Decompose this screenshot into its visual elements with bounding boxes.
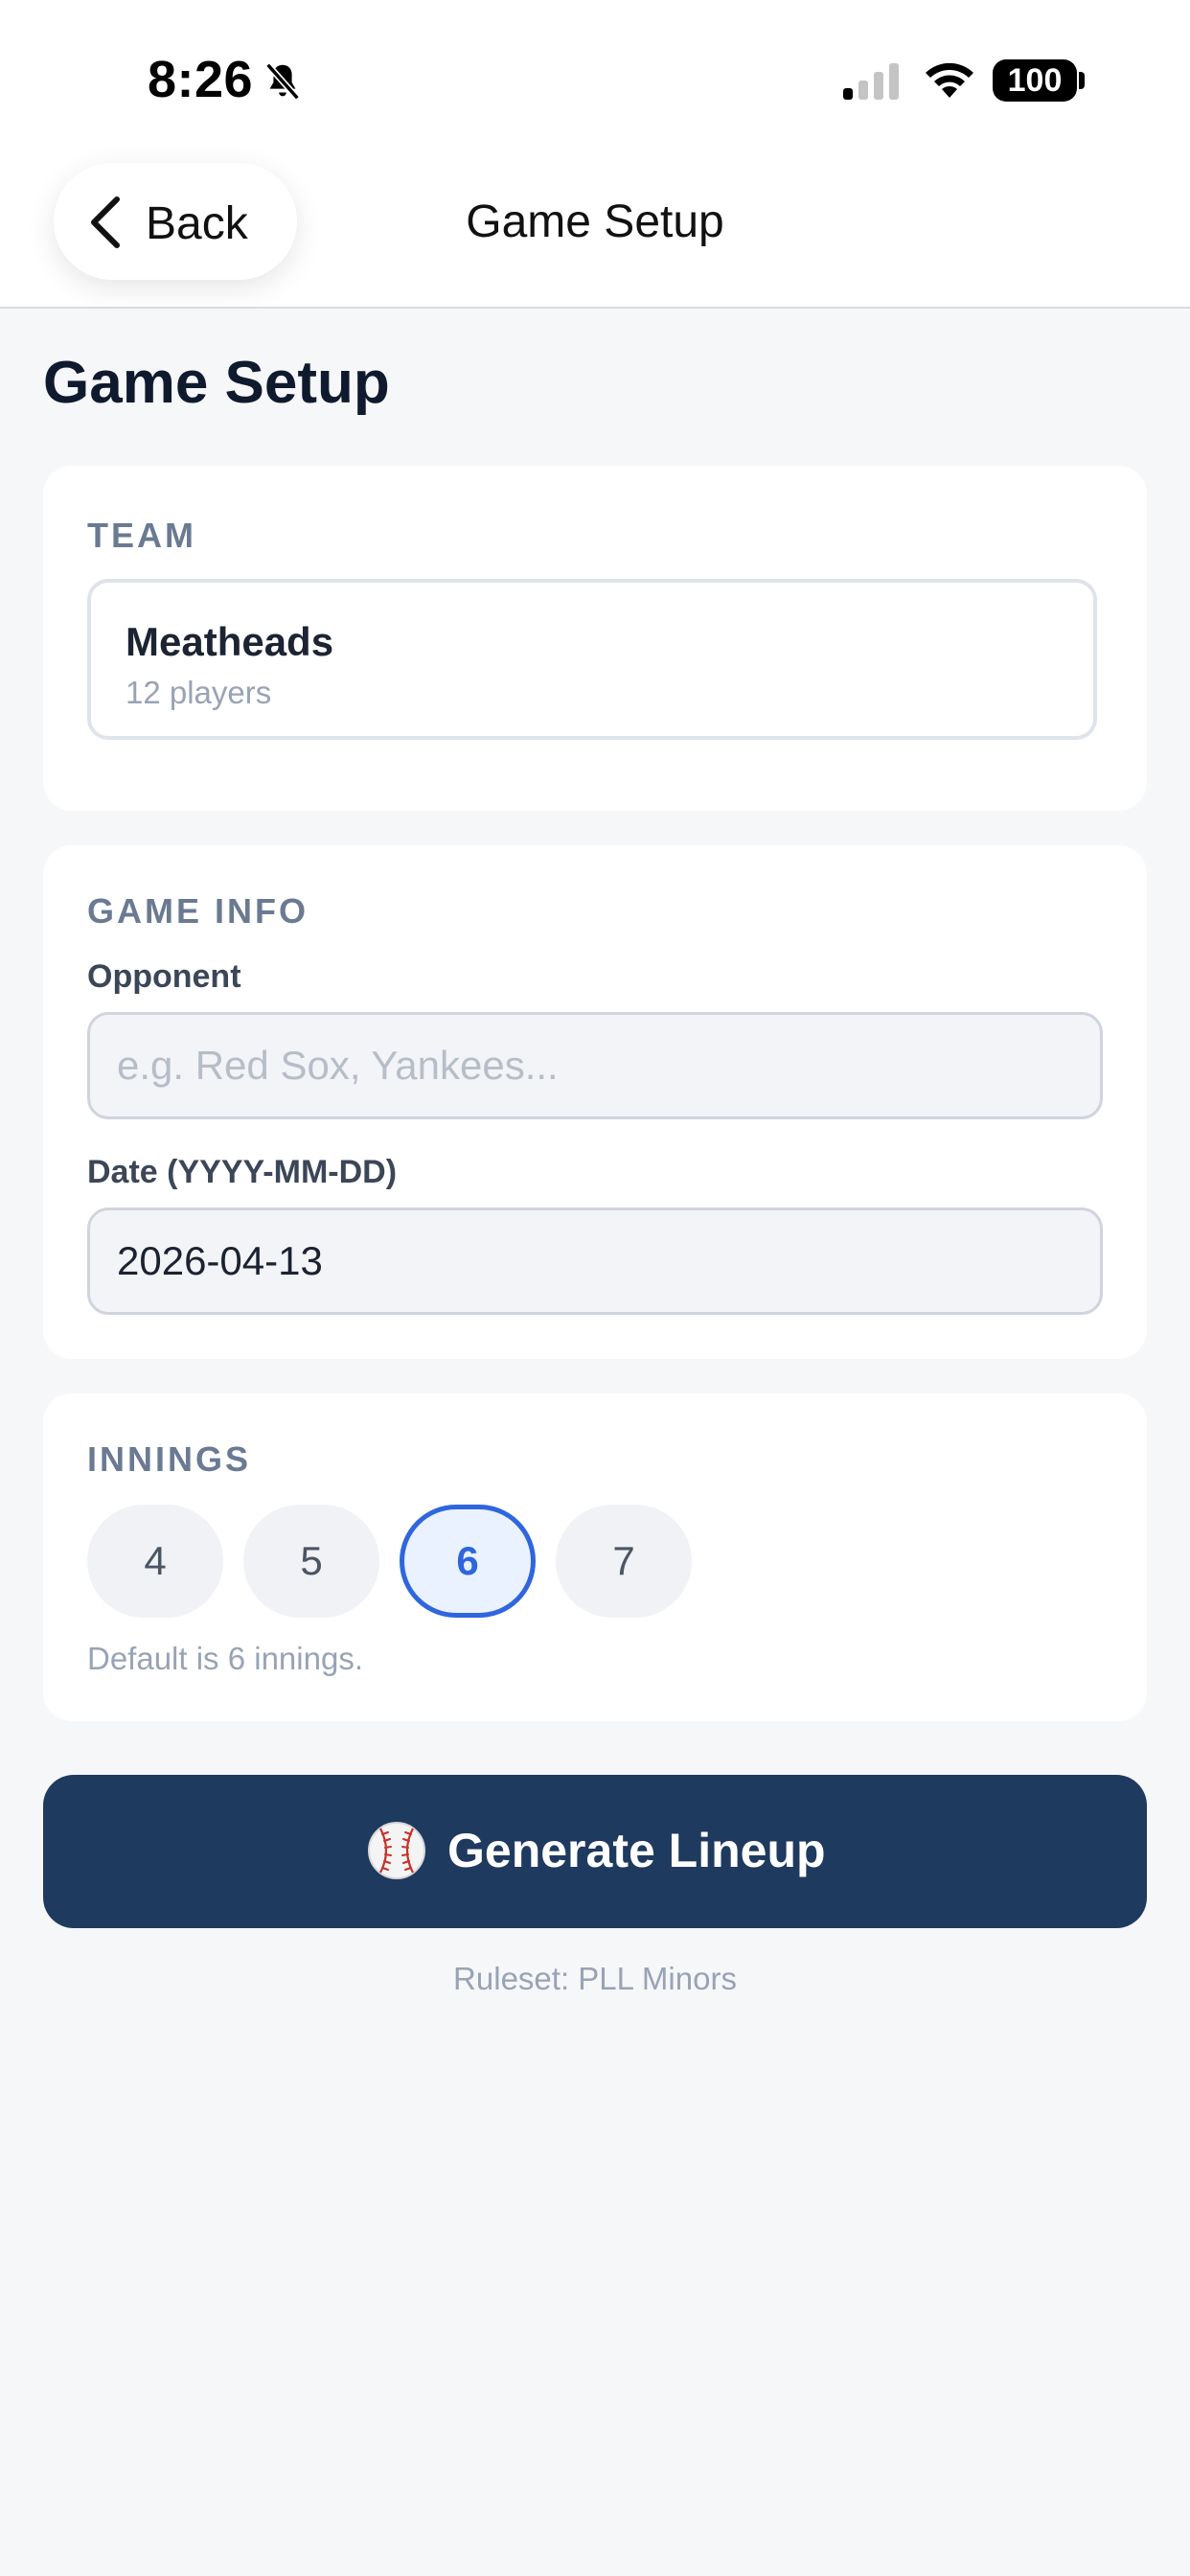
innings-default-note: Default is 6 innings. [87, 1641, 363, 1676]
generate-lineup-label: Generate Lineup [447, 1824, 826, 1877]
ruleset-text: Ruleset: PLL Minors [453, 1961, 737, 1996]
nav-title: Game Setup [466, 196, 724, 247]
team-player-count: 12 players [126, 675, 272, 710]
team-card: TEAM Meatheads 12 players [43, 466, 1147, 811]
nav-bar: Back Game Setup [0, 153, 1190, 309]
opponent-label: Opponent [87, 958, 241, 995]
opponent-input[interactable] [87, 1012, 1103, 1119]
battery-cap [1079, 72, 1085, 89]
innings-option-5[interactable]: 5 [243, 1505, 379, 1618]
wifi-icon [926, 62, 973, 98]
generate-lineup-button[interactable]: Generate Lineup [43, 1775, 1147, 1928]
team-selector[interactable]: Meatheads 12 players [87, 579, 1097, 740]
game-info-section-label: GAME INFO [87, 891, 309, 931]
date-label: Date (YYYY-MM-DD) [87, 1154, 398, 1190]
game-info-card: GAME INFO Opponent Date (YYYY-MM-DD) [43, 845, 1147, 1359]
bell-slash-icon [265, 62, 300, 101]
innings-option-4[interactable]: 4 [87, 1505, 223, 1618]
innings-option-7[interactable]: 7 [556, 1505, 692, 1618]
page-title: Game Setup [43, 350, 390, 416]
battery-icon: 100 [993, 59, 1077, 102]
innings-option-6[interactable]: 6 [400, 1505, 536, 1618]
team-section-label: TEAM [87, 516, 196, 555]
cellular-signal-icon [843, 63, 899, 100]
date-input[interactable] [87, 1208, 1103, 1315]
team-name: Meatheads [126, 619, 334, 664]
status-bar: 8:26 100 [0, 0, 1190, 153]
baseball-icon [368, 1822, 425, 1879]
status-time: 8:26 [148, 51, 254, 108]
innings-card: INNINGS 4 5 6 7 Default is 6 innings. [43, 1393, 1147, 1721]
innings-section-label: INNINGS [87, 1439, 252, 1479]
